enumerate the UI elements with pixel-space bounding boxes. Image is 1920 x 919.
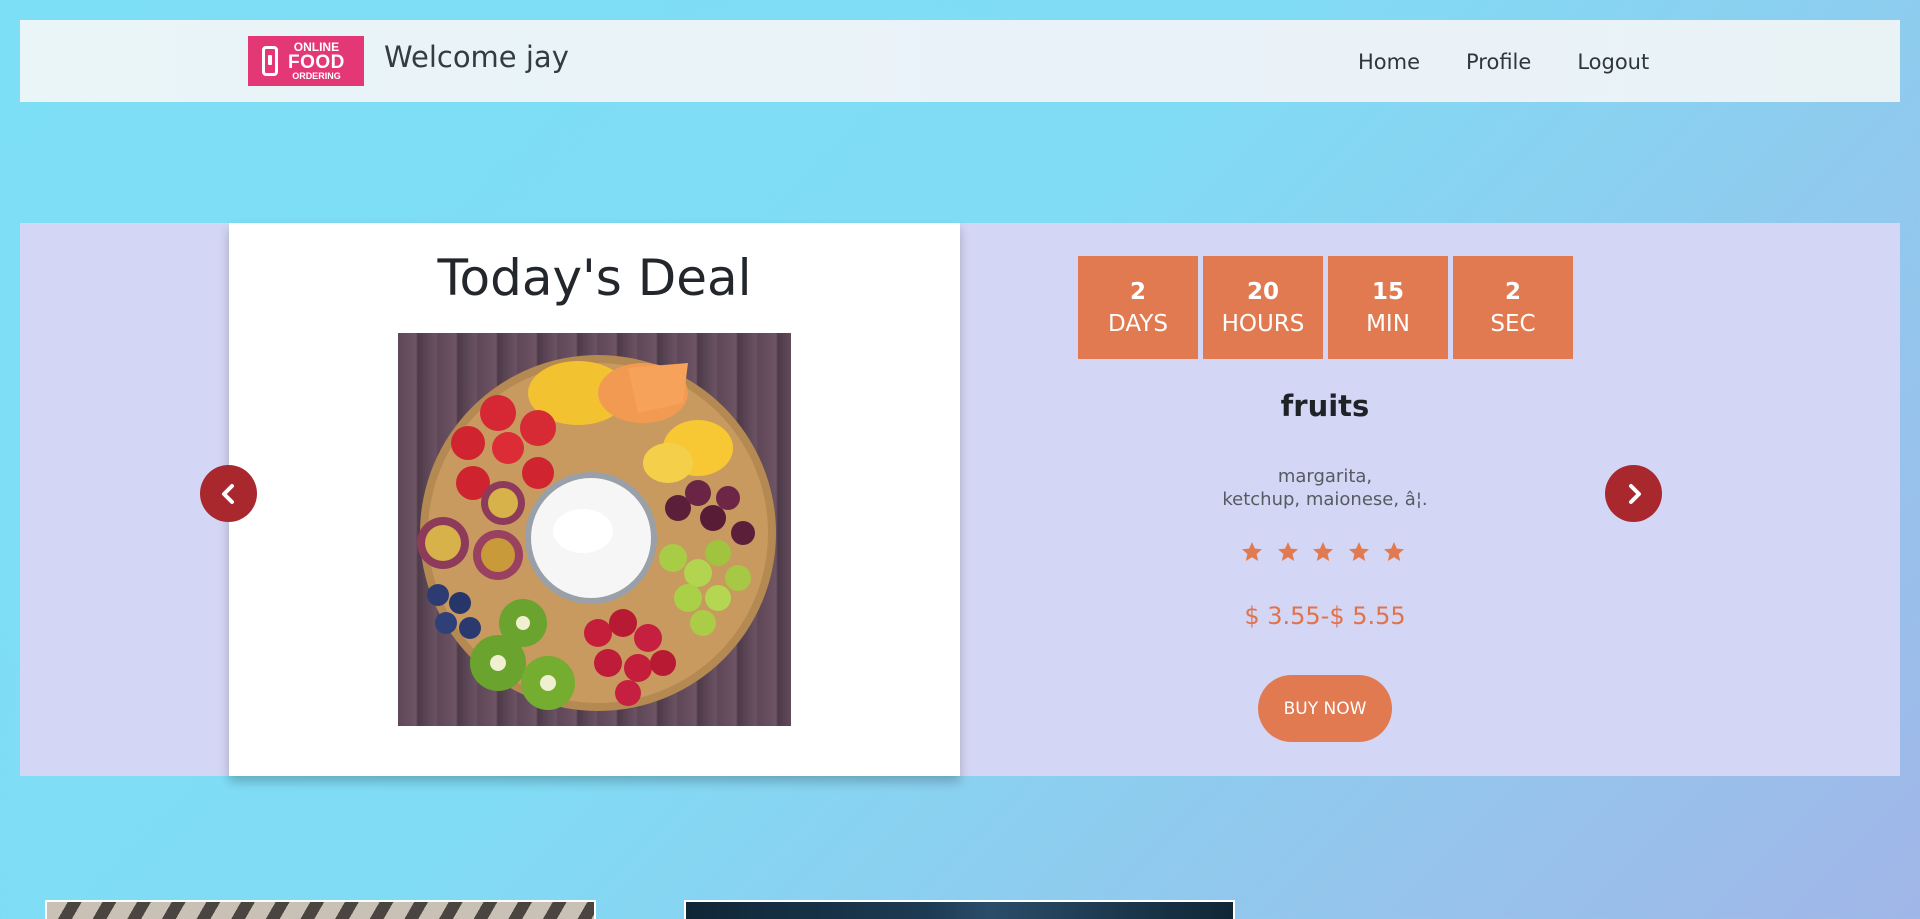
welcome-text: Welcome jay <box>384 40 569 74</box>
chevron-left-icon <box>221 483 234 504</box>
next-arrow-button[interactable] <box>1605 465 1662 522</box>
countdown-hours-value: 20 <box>1246 278 1279 305</box>
chevron-right-icon <box>1628 483 1641 504</box>
countdown-days: 2 DAYS <box>1078 256 1198 359</box>
food-name: fruits <box>1280 389 1370 423</box>
fruit-platter-image <box>398 333 791 726</box>
star-icon <box>1348 542 1369 561</box>
countdown-sec-value: 2 <box>1504 278 1521 305</box>
logo-text: ONLINE FOOD ORDERING <box>288 41 345 81</box>
nav-home-link[interactable]: Home <box>1358 50 1420 74</box>
countdown-hours-label: HOURS <box>1221 310 1305 337</box>
navbar: ONLINE FOOD ORDERING Welcome jay Home Pr… <box>20 20 1900 102</box>
countdown-days-label: DAYS <box>1108 310 1168 337</box>
countdown-sec-label: SEC <box>1490 310 1536 337</box>
phone-icon <box>262 46 278 76</box>
nav-logout-link[interactable]: Logout <box>1577 50 1649 74</box>
countdown-min-label: MIN <box>1366 310 1410 337</box>
star-icon <box>1384 542 1404 561</box>
countdown-timer: 2 DAYS 20 HOURS 15 MIN 2 SEC <box>1078 256 1578 359</box>
food-description-line1: margarita, <box>1277 466 1373 487</box>
rating-stars <box>1240 540 1418 564</box>
logo-line2: FOOD <box>288 52 345 73</box>
food-description: margarita, ketchup, maionese, â¦. <box>1125 465 1525 511</box>
deal-title: Today's Deal <box>437 249 752 307</box>
star-icon <box>1277 542 1298 561</box>
countdown-hours: 20 HOURS <box>1203 256 1323 359</box>
brand-logo[interactable]: ONLINE FOOD ORDERING <box>248 36 364 86</box>
star-icon <box>1313 542 1333 561</box>
food-card-image[interactable] <box>684 900 1235 919</box>
prev-arrow-button[interactable] <box>200 465 257 522</box>
price-range: $ 3.55-$ 5.55 <box>1244 602 1406 630</box>
nav-profile-link[interactable]: Profile <box>1466 50 1531 74</box>
deal-card: Today's Deal <box>229 223 960 776</box>
buy-now-button[interactable]: BUY NOW <box>1258 675 1392 742</box>
countdown-days-value: 2 <box>1129 278 1146 305</box>
star-icon <box>1242 542 1262 561</box>
food-description-line2: ketchup, maionese, â¦. <box>1222 489 1428 510</box>
countdown-min-value: 15 <box>1371 278 1404 305</box>
countdown-sec: 2 SEC <box>1453 256 1573 359</box>
nav-links: Home Profile Logout <box>1358 50 1695 74</box>
countdown-min: 15 MIN <box>1328 256 1448 359</box>
food-card-image[interactable] <box>45 900 596 919</box>
logo-line3: ORDERING <box>292 71 341 81</box>
